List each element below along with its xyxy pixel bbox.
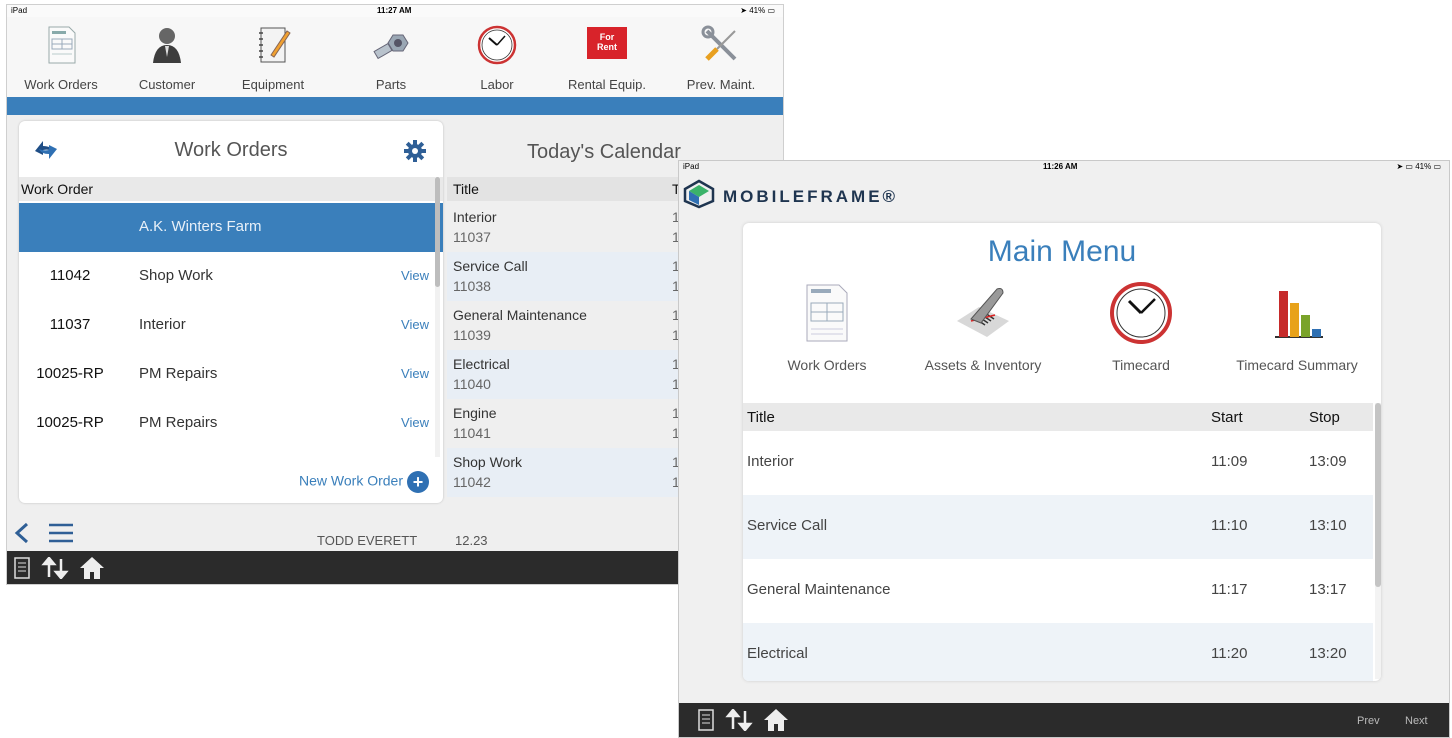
toolbar-labor[interactable]: Labor — [447, 17, 547, 97]
view-link[interactable]: View — [401, 415, 429, 430]
work-order-doc-icon — [48, 26, 76, 64]
work-order-row[interactable]: 10025-RP PM Repairs View — [19, 350, 443, 399]
person-icon — [153, 28, 181, 63]
document-icon[interactable] — [13, 557, 31, 579]
prev-button[interactable]: Prev — [1357, 715, 1380, 727]
panel-title: Work Orders — [174, 139, 288, 161]
toolbar-prev-maint[interactable]: Prev. Maint. — [671, 17, 771, 97]
brand-name: MOBILEFRAME® — [723, 187, 899, 206]
home-icon[interactable] — [79, 556, 105, 580]
toolbar-label: Customer — [138, 77, 196, 92]
bar-chart-icon — [1275, 291, 1323, 338]
new-work-order-label: New Work Order — [299, 472, 403, 489]
schedule-row[interactable]: Electrical 11:20 13:20 — [743, 623, 1373, 681]
wrench-screwdriver-icon — [701, 25, 737, 61]
toolbar-label: Parts — [375, 77, 407, 92]
barcode-scanner-icon — [957, 288, 1009, 337]
notebook-pencil-icon — [259, 27, 291, 63]
schedule-column-header: Title Start Stop — [743, 403, 1373, 431]
work-orders-screen: iPad 11:27 AM ➤ 41% ▭ Work Orders Custom… — [6, 4, 784, 585]
plus-icon: + — [407, 471, 429, 493]
work-order-row[interactable]: 10025-RP PM Repairs View — [19, 399, 443, 448]
sort-arrows-icon[interactable] — [41, 557, 71, 579]
work-order-row[interactable]: 11037 Interior View — [19, 301, 443, 350]
work-order-doc-icon — [806, 284, 848, 342]
scrollbar-thumb[interactable] — [1375, 403, 1381, 587]
version-label: 12.23 — [455, 533, 488, 548]
work-order-column-header: Work Order — [19, 177, 443, 201]
menu-assets-inventory[interactable]: Assets & Inventory — [913, 281, 1053, 381]
toolbar-label: Work Orders — [24, 77, 98, 92]
toolbar-label: Equipment — [241, 77, 305, 92]
bottom-toolbar: Prev Next — [679, 703, 1449, 737]
new-work-order-button[interactable]: New Work Order + — [299, 471, 429, 493]
user-name: TODD EVERETT — [317, 533, 418, 548]
toolbar-work-orders[interactable]: Work Orders — [11, 17, 111, 97]
sort-arrows-icon[interactable] — [725, 709, 755, 731]
menu-label: Work Orders — [787, 357, 867, 373]
toolbar-label: Labor — [480, 77, 514, 92]
mobileframe-logo-icon — [683, 179, 715, 209]
menu-label: Timecard — [1112, 357, 1170, 373]
bottom-toolbar — [7, 551, 783, 584]
gear-icon[interactable] — [403, 139, 427, 163]
menu-timecard[interactable]: Timecard — [1071, 281, 1211, 381]
toolbar-label: Prev. Maint. — [686, 77, 756, 92]
main-menu-screen: iPad 11:26 AM ➤ ▭ 41% ▭ MOBILEFRAME® Mai… — [678, 160, 1450, 738]
menu-label: Timecard Summary — [1236, 357, 1358, 373]
schedule-row[interactable]: Service Call 11:10 13:10 — [743, 495, 1373, 559]
view-link[interactable]: View — [401, 317, 429, 332]
menu-label: Assets & Inventory — [924, 357, 1042, 373]
scrollbar-thumb[interactable] — [435, 177, 440, 287]
home-icon[interactable] — [763, 708, 789, 732]
status-bar: iPad 11:27 AM ➤ 41% ▭ — [7, 5, 783, 17]
device-label: iPad — [683, 162, 700, 171]
work-order-row[interactable]: A.K. Winters Farm — [19, 203, 443, 252]
back-chevron-icon[interactable] — [13, 521, 31, 545]
work-order-row[interactable]: 11042 Shop Work View — [19, 252, 443, 301]
battery-level: ➤ ▭ 41% ▭ — [1396, 162, 1441, 171]
toolbar-equipment[interactable]: Equipment — [223, 17, 323, 97]
document-icon[interactable] — [697, 709, 715, 731]
scrollbar[interactable] — [1375, 403, 1381, 679]
battery-level: ➤ 41% ▭ — [740, 6, 775, 15]
work-orders-panel: Work Orders Work Order A.K. Winters Farm… — [19, 121, 443, 503]
for-rent-sign-icon: For Rent — [587, 27, 627, 59]
header-band — [7, 97, 783, 115]
toolbar-label: Rental Equip. — [567, 77, 647, 92]
menu-icon[interactable] — [47, 521, 75, 545]
toolbar-rental-equip[interactable]: For Rent Rental Equip. — [557, 17, 657, 97]
page-title: Main Menu — [987, 235, 1137, 268]
status-bar: iPad 11:26 AM ➤ ▭ 41% ▭ — [679, 161, 1449, 173]
device-label: iPad — [11, 6, 28, 15]
calendar-title: Today's Calendar — [527, 141, 681, 163]
toolbar-customer[interactable]: Customer — [117, 17, 217, 97]
status-time: 11:27 AM — [377, 6, 412, 15]
menu-work-orders[interactable]: Work Orders — [757, 281, 897, 381]
module-toolbar: Work Orders Customer Equipment Parts Lab… — [7, 17, 783, 97]
scrollbar[interactable] — [435, 177, 440, 457]
schedule-row[interactable]: General Maintenance 11:17 13:17 — [743, 559, 1373, 623]
status-time: 11:26 AM — [1043, 162, 1078, 171]
next-button[interactable]: Next — [1405, 715, 1428, 727]
main-menu-panel: Main Menu Work Orders Assets & Inventory… — [743, 223, 1381, 681]
view-link[interactable]: View — [401, 268, 429, 283]
schedule-row[interactable]: Interior 11:09 13:09 — [743, 431, 1373, 495]
view-link[interactable]: View — [401, 366, 429, 381]
clock-icon — [1110, 282, 1172, 344]
toolbar-parts[interactable]: Parts — [341, 17, 441, 97]
clock-icon — [477, 25, 517, 65]
menu-timecard-summary[interactable]: Timecard Summary — [1227, 281, 1367, 381]
nut-bolt-icon — [373, 34, 409, 60]
